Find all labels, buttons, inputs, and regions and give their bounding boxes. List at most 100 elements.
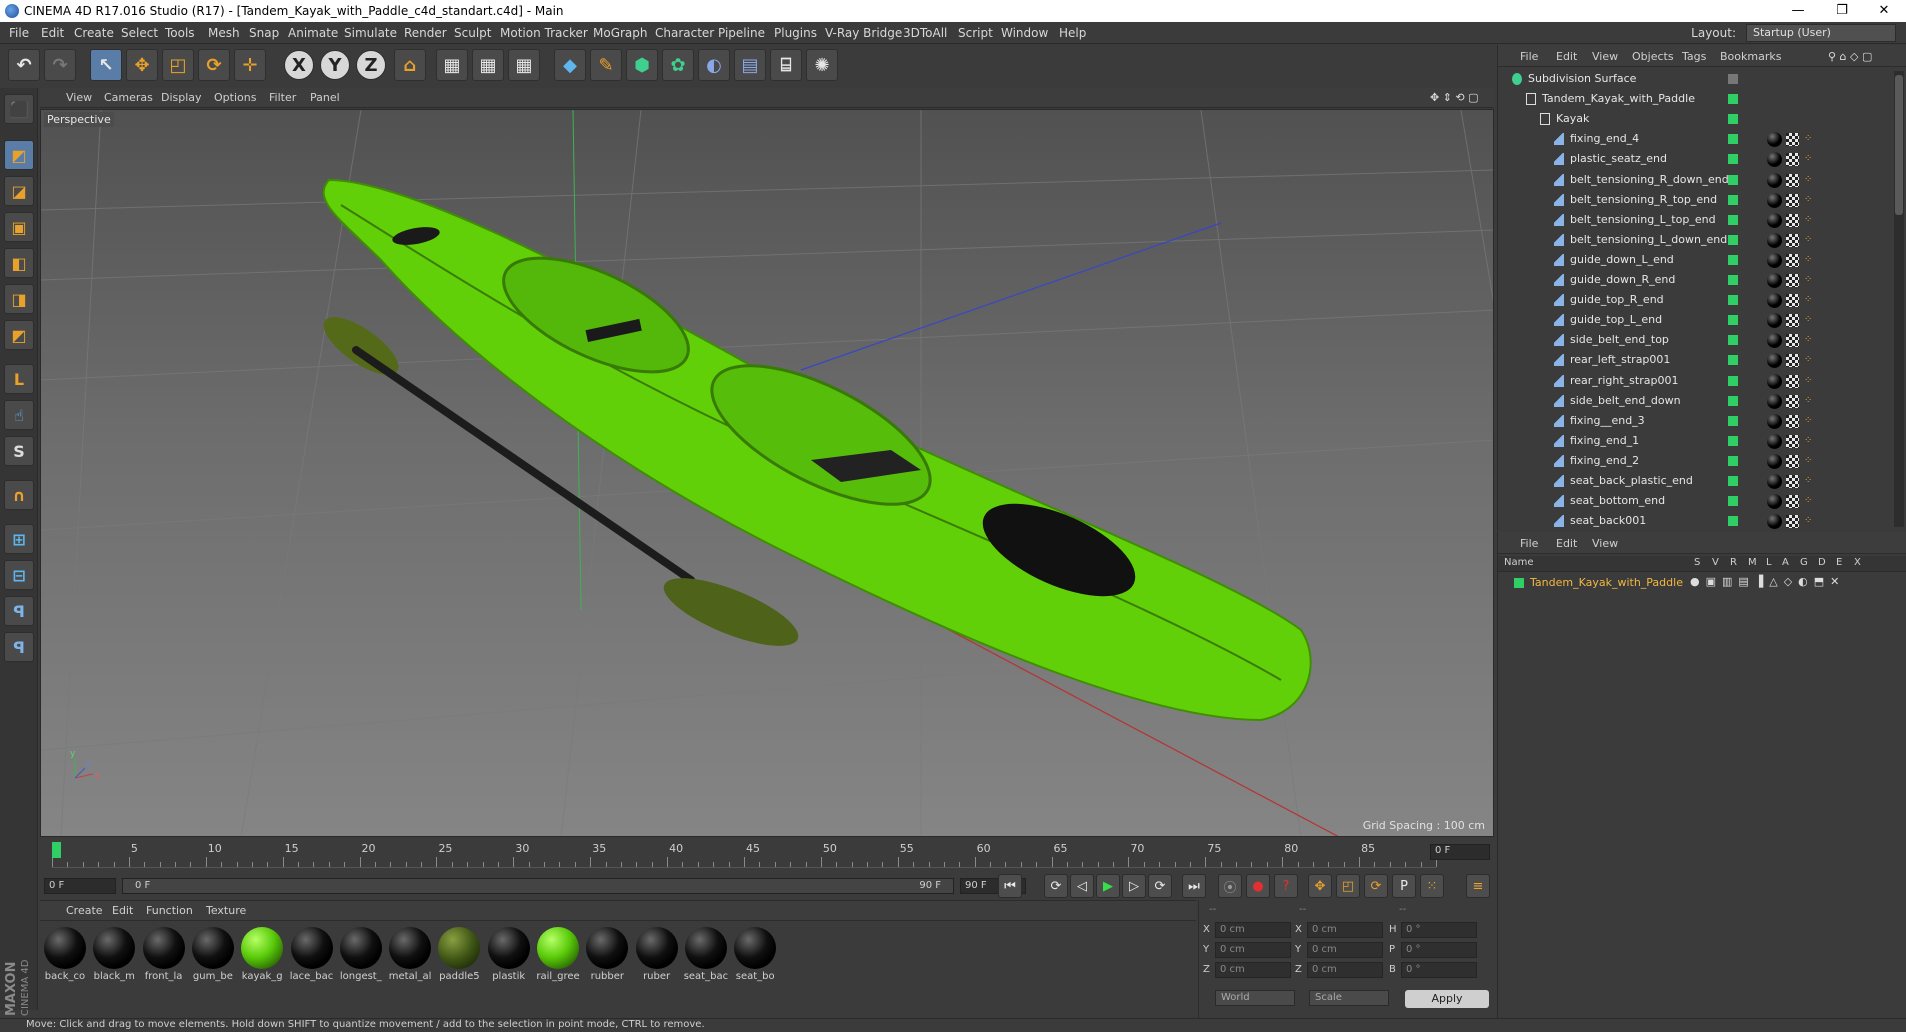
visibility-toggle[interactable] (1728, 275, 1738, 285)
menu-help[interactable]: Help (1059, 26, 1086, 40)
viewport-menu-cameras[interactable]: Cameras (104, 91, 153, 104)
object-name[interactable]: seat_bottom_end (1570, 494, 1665, 507)
material-swatch[interactable]: plastik (486, 925, 532, 982)
object-name[interactable]: rear_right_strap001 (1570, 374, 1678, 387)
object-name[interactable]: guide_down_L_end (1570, 253, 1674, 266)
material-tag-icon[interactable] (1767, 393, 1782, 409)
texture-tag-icon[interactable] (1786, 253, 1799, 267)
object-row[interactable]: side_belt_end_down ⁘ (1498, 391, 1883, 411)
object-scrollbar[interactable] (1894, 71, 1904, 527)
layer-name[interactable]: Tandem_Kayak_with_Paddle (1530, 576, 1683, 589)
texture-tag-icon[interactable] (1786, 414, 1799, 428)
visibility-toggle[interactable] (1728, 415, 1738, 426)
polygons-mode-icon[interactable]: ◩ (4, 320, 34, 350)
phong-tag-icon[interactable]: ⁘ (1804, 415, 1812, 426)
laymenu-view[interactable]: View (1592, 537, 1618, 550)
light-icon[interactable]: ✺ (806, 49, 838, 81)
current-frame-field[interactable]: 0 F (44, 878, 116, 894)
material-tag-icon[interactable] (1767, 172, 1782, 188)
material-menu-create[interactable]: Create (66, 904, 103, 917)
key-rotate-icon[interactable]: ⟳ (1364, 874, 1388, 898)
timeline-end-frame-field[interactable]: 0 F (1430, 844, 1490, 860)
visibility-toggle[interactable] (1728, 295, 1738, 306)
object-row[interactable]: belt_tensioning_L_top_end ⁘ (1498, 210, 1883, 230)
phong-tag-icon[interactable]: ⁘ (1804, 133, 1812, 144)
menu-tools[interactable]: Tools (165, 26, 195, 40)
object-name[interactable]: fixing__end_3 (1570, 414, 1645, 427)
goto-end-icon[interactable]: ⏭ (1182, 874, 1206, 898)
phong-tag-icon[interactable]: ⁘ (1804, 294, 1812, 305)
menu-mograph[interactable]: MoGraph (593, 26, 648, 40)
material-swatch[interactable]: metal_al (387, 925, 433, 982)
texture-tag-icon[interactable] (1786, 495, 1799, 509)
restore-button[interactable]: ❐ (1820, 0, 1864, 22)
visibility-toggle[interactable] (1728, 234, 1738, 245)
mograph-cloner-icon[interactable]: ✿ (662, 49, 694, 81)
material-tag-icon[interactable] (1767, 514, 1782, 530)
layer-toggle-icons[interactable]: ●▣▥▤▐△◇◐⬒✕ (1690, 575, 1845, 588)
texture-tag-icon[interactable] (1786, 334, 1799, 348)
record-icon[interactable]: ● (1246, 874, 1270, 898)
material-tag-icon[interactable] (1767, 293, 1782, 309)
object-row[interactable]: rear_left_strap001 ⁘ (1498, 350, 1883, 370)
material-tag-icon[interactable] (1767, 273, 1782, 288)
menu-select[interactable]: Select (121, 26, 158, 40)
objmenu-tags[interactable]: Tags (1682, 50, 1706, 63)
material-swatch[interactable]: ruber (634, 925, 680, 982)
object-name[interactable]: Tandem_Kayak_with_Paddle (1542, 92, 1695, 105)
object-row[interactable]: seat_back001 ⁘ (1498, 511, 1883, 531)
material-tag-icon[interactable] (1767, 474, 1782, 489)
camera-icon[interactable]: ⌸ (770, 49, 802, 81)
material-menu-edit[interactable]: Edit (112, 904, 133, 917)
material-tag-icon[interactable] (1767, 453, 1782, 469)
python-script-icon[interactable]: ꟼ (4, 596, 34, 626)
workplane-icon[interactable]: ▣ (4, 212, 34, 242)
menu-character[interactable]: Character (655, 26, 714, 40)
texture-tag-icon[interactable] (1786, 394, 1799, 408)
edges-mode-icon[interactable]: ◨ (4, 284, 34, 314)
viewport-menu-view[interactable]: View (66, 91, 92, 104)
laymenu-edit[interactable]: Edit (1556, 537, 1577, 550)
3d-viewport[interactable]: y x z Perspective Grid Spacing : 100 cm (40, 109, 1494, 837)
layout-select[interactable]: Startup (User) (1746, 24, 1896, 42)
object-name[interactable]: side_belt_end_down (1570, 394, 1681, 407)
material-tag-icon[interactable] (1767, 433, 1782, 449)
menu-plugins[interactable]: Plugins (774, 26, 817, 40)
phong-tag-icon[interactable]: ⁘ (1804, 515, 1812, 526)
visibility-toggle[interactable] (1728, 174, 1738, 185)
object-row[interactable]: side_belt_end_top ⁘ (1498, 330, 1883, 350)
axis-mode-icon[interactable]: L (4, 364, 34, 394)
layer-color-swatch[interactable] (1514, 578, 1524, 588)
close-button[interactable]: ✕ (1862, 0, 1906, 22)
material-tag-icon[interactable] (1767, 333, 1782, 349)
material-swatch[interactable]: black_m (91, 925, 137, 982)
object-name[interactable]: seat_back001 (1570, 514, 1646, 527)
object-name[interactable]: rear_left_strap001 (1570, 353, 1670, 366)
model-mode-icon[interactable]: ◩ (4, 140, 34, 170)
object-row[interactable]: guide_down_L_end ⁘ (1498, 250, 1883, 270)
visibility-toggle[interactable] (1728, 476, 1738, 486)
object-name[interactable]: belt_tensioning_R_top_end (1570, 193, 1717, 206)
coordinate-system-icon[interactable]: ⌂ (394, 49, 426, 81)
material-swatch[interactable]: lace_bac (289, 925, 335, 982)
visibility-toggle[interactable] (1728, 516, 1738, 527)
next-key-icon[interactable]: ⟳ (1148, 874, 1172, 898)
material-tag-icon[interactable] (1767, 132, 1782, 148)
material-tag-icon[interactable] (1767, 494, 1782, 510)
material-tag-icon[interactable] (1767, 413, 1782, 429)
material-tag-icon[interactable] (1767, 313, 1782, 329)
floor-icon[interactable]: ▤ (734, 49, 766, 81)
key-scale-icon[interactable]: ◰ (1336, 874, 1360, 898)
pen-spline-icon[interactable]: ✎ (590, 49, 622, 81)
texture-tag-icon[interactable] (1786, 213, 1799, 227)
play-icon[interactable]: ▶ (1096, 874, 1120, 898)
menu-file[interactable]: File (9, 26, 29, 40)
scale-tool-icon[interactable]: ◰ (162, 49, 194, 81)
visibility-toggle[interactable] (1728, 435, 1738, 446)
autokey-icon[interactable]: ? (1274, 874, 1298, 898)
z-axis-lock-icon[interactable]: Z (356, 50, 386, 80)
phong-tag-icon[interactable]: ⁘ (1804, 455, 1812, 466)
apply-button[interactable]: Apply (1405, 990, 1489, 1008)
key-param-icon[interactable]: P (1392, 874, 1416, 898)
material-tag-icon[interactable] (1767, 192, 1782, 208)
